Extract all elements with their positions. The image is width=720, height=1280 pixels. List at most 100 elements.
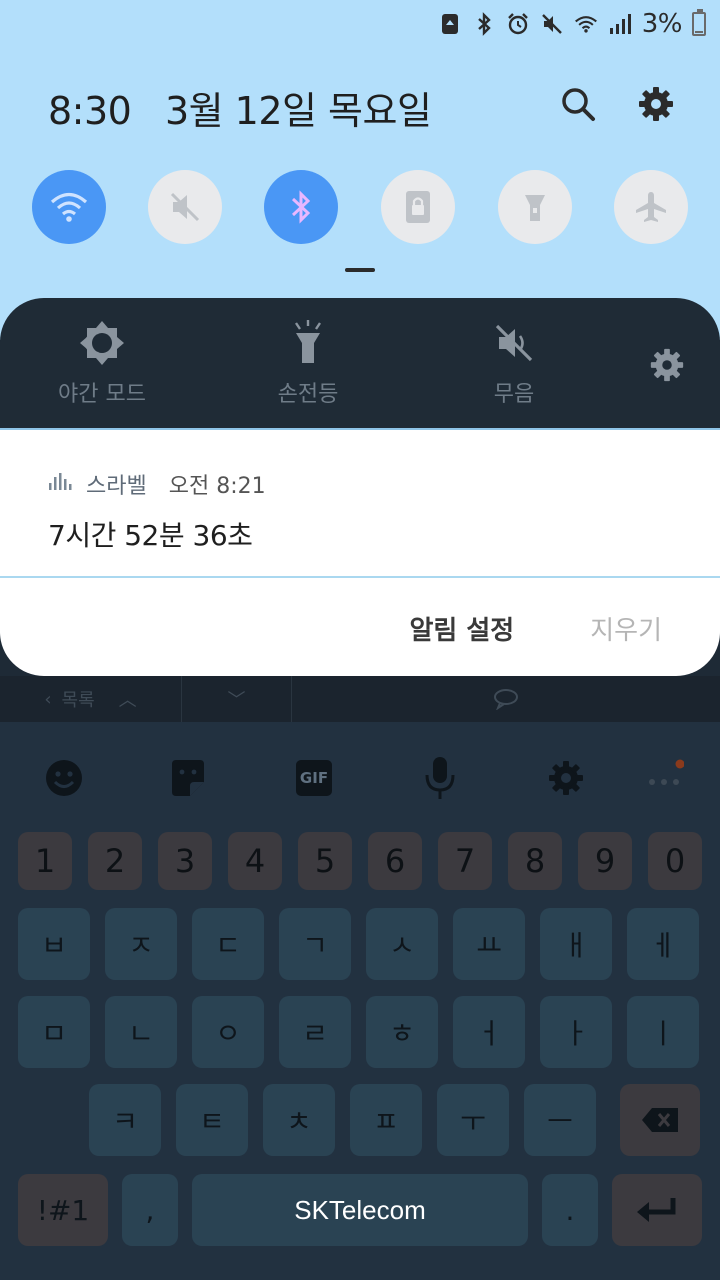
quick-action-night-mode[interactable]: 야간 모드	[2, 318, 202, 408]
key-eo[interactable]: ㅓ	[453, 996, 525, 1068]
key-chieut[interactable]: ㅊ	[263, 1084, 335, 1156]
notification-settings-button[interactable]: 알림 설정	[410, 610, 515, 647]
flashlight-label: 손전등	[277, 382, 339, 407]
gear-icon	[650, 348, 684, 382]
key-mieum[interactable]: ㅁ	[18, 996, 90, 1068]
voice-input-button[interactable]	[418, 756, 462, 800]
symbols-key[interactable]: !#1	[18, 1174, 108, 1246]
key-e[interactable]: ㅔ	[627, 908, 699, 980]
key-0[interactable]: 0	[648, 832, 702, 890]
emoji-icon	[46, 760, 82, 796]
keyboard-toolbar: GIF	[0, 722, 720, 832]
mute-icon	[489, 318, 539, 368]
key-kieuk[interactable]: ㅋ	[89, 1084, 161, 1156]
microphone-icon	[425, 757, 455, 799]
status-bar: 3%	[438, 8, 706, 40]
key-bieup[interactable]: ㅂ	[18, 908, 90, 980]
key-jieut[interactable]: ㅈ	[105, 908, 177, 980]
notification-card[interactable]: 스라벨 오전 8:21 7시간 52분 36초 알림 설정 지우기	[0, 428, 720, 676]
sticker-button[interactable]	[166, 756, 210, 800]
key-2[interactable]: 2	[88, 832, 142, 890]
chevron-left-icon: ‹	[44, 688, 52, 710]
key-u[interactable]: ㅜ	[437, 1084, 509, 1156]
quick-toggles	[32, 170, 688, 244]
search-icon	[562, 88, 595, 121]
mute-status-icon	[540, 12, 564, 36]
space-bar[interactable]: SKTelecom	[192, 1174, 528, 1246]
emoji-button[interactable]	[42, 756, 86, 800]
key-pieup[interactable]: ㅍ	[350, 1084, 422, 1156]
airplane-icon	[636, 192, 666, 222]
more-options-button[interactable]	[642, 756, 686, 800]
key-9[interactable]: 9	[578, 832, 632, 890]
clear-button[interactable]: 지우기	[590, 610, 662, 647]
date-time: 8:30 3월 12일 목요일	[48, 80, 432, 135]
backspace-icon	[642, 1108, 678, 1132]
flashlight-icon	[283, 318, 333, 368]
key-tieut[interactable]: ㅌ	[176, 1084, 248, 1156]
key-7[interactable]: 7	[438, 832, 492, 890]
gear-icon	[639, 87, 673, 121]
chevron-up-icon: ︿	[118, 690, 137, 711]
notification-app-name: 스라벨	[86, 474, 147, 499]
comma-key[interactable]: ,	[122, 1174, 178, 1246]
toggle-airplane[interactable]	[614, 170, 688, 244]
backspace-key[interactable]	[620, 1084, 700, 1156]
list-nav: ‹ 목록 ︿	[0, 676, 182, 722]
screen-lock-icon	[406, 191, 430, 223]
gif-button[interactable]: GIF	[292, 756, 336, 800]
toggle-bluetooth[interactable]	[264, 170, 338, 244]
app-bars-icon	[48, 471, 72, 497]
key-6[interactable]: 6	[368, 832, 422, 890]
key-hieut[interactable]: ㅎ	[366, 996, 438, 1068]
key-rieul[interactable]: ㄹ	[279, 996, 351, 1068]
night-mode-icon	[77, 318, 127, 368]
search-button[interactable]	[556, 82, 600, 126]
notification-time: 오전 8:21	[168, 474, 266, 499]
signal-status-icon	[608, 12, 632, 36]
mute-icon	[170, 192, 200, 222]
key-yo[interactable]: ㅛ	[453, 908, 525, 980]
chevron-down-icon: ﹀	[227, 690, 246, 711]
keyboard: GIF 1 2 3 4 5 6 7 8 9 0 ㅂ ㅈ ㄷ ㄱ ㅅ ㅛ ㅐ ㅔ …	[0, 722, 720, 1280]
key-digeut[interactable]: ㄷ	[192, 908, 264, 980]
notification-actions: 알림 설정 지우기	[410, 610, 663, 647]
key-8[interactable]: 8	[508, 832, 562, 890]
key-4[interactable]: 4	[228, 832, 282, 890]
wifi-icon	[50, 192, 88, 222]
key-a[interactable]: ㅏ	[540, 996, 612, 1068]
key-eu[interactable]: ㅡ	[524, 1084, 596, 1156]
mute-label: 무음	[493, 382, 535, 407]
key-siot[interactable]: ㅅ	[366, 908, 438, 980]
key-1[interactable]: 1	[18, 832, 72, 890]
toggle-screen-lock[interactable]	[381, 170, 455, 244]
panel-drag-handle[interactable]	[345, 268, 375, 272]
key-giyeok[interactable]: ㄱ	[279, 908, 351, 980]
settings-button[interactable]	[634, 82, 678, 126]
quick-panel: 3% 8:30 3월 12일 목요일	[0, 0, 720, 340]
period-key[interactable]: .	[542, 1174, 598, 1246]
toggle-wifi[interactable]	[32, 170, 106, 244]
divider	[0, 576, 720, 578]
key-ae[interactable]: ㅐ	[540, 908, 612, 980]
key-3[interactable]: 3	[158, 832, 212, 890]
background-app-toolbar: ‹ 목록 ︿ ﹀	[0, 676, 720, 722]
gif-label: GIF	[299, 769, 329, 787]
notification-body: 7시간 52분 36초	[48, 519, 253, 552]
comment-area	[292, 676, 720, 722]
toggle-mute[interactable]	[148, 170, 222, 244]
key-ieung[interactable]: ㅇ	[192, 996, 264, 1068]
toggle-flashlight[interactable]	[498, 170, 572, 244]
quick-actions-settings-button[interactable]	[644, 342, 690, 388]
quick-action-mute[interactable]: 무음	[414, 318, 614, 408]
quick-action-flashlight[interactable]: 손전등	[208, 318, 408, 408]
enter-key[interactable]	[612, 1174, 702, 1246]
key-nieun[interactable]: ㄴ	[105, 996, 177, 1068]
nav-down: ﹀	[182, 676, 292, 722]
keyboard-settings-button[interactable]	[544, 756, 588, 800]
key-5[interactable]: 5	[298, 832, 352, 890]
key-i[interactable]: ㅣ	[627, 996, 699, 1068]
battery-icon	[692, 9, 706, 36]
alarm-status-icon	[506, 12, 530, 36]
space-bar-label: SKTelecom	[294, 1194, 426, 1225]
